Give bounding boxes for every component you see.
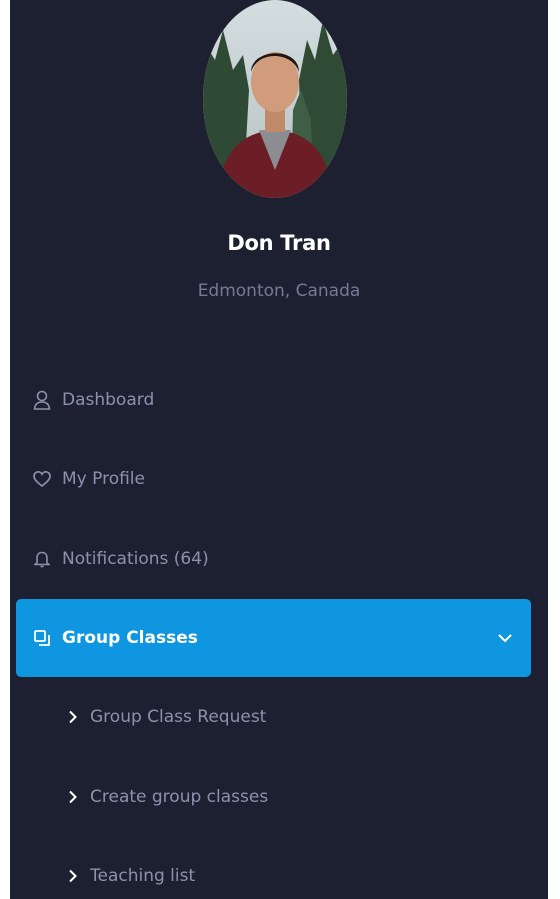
nav-item-my-profile[interactable]: My Profile [16,440,531,518]
chevron-right-icon [66,789,80,805]
sidebar: Don Tran Edmonton, Canada Dashboard My P… [10,0,548,899]
sub-item-create-group-classes[interactable]: Create group classes [66,777,506,817]
nav-item-label: Notifications (64) [62,549,209,569]
chevron-right-icon [66,709,80,725]
avatar-photo [203,0,347,198]
user-location: Edmonton, Canada [197,281,361,301]
bell-icon [32,549,52,569]
chevron-right-icon [66,868,80,884]
chevron-down-icon[interactable] [495,628,515,648]
nav-item-label: Group Classes [62,628,198,648]
nav-item-label: My Profile [62,469,145,489]
avatar[interactable] [203,0,347,198]
sub-item-label: Teaching list [90,866,196,886]
nav-item-group-classes[interactable]: Group Classes [16,599,531,677]
sub-item-label: Group Class Request [90,707,267,727]
copy-icon [32,628,52,648]
sub-item-teaching-list[interactable]: Teaching list [66,856,506,896]
user-icon [32,390,52,410]
sub-item-label: Create group classes [90,787,269,807]
nav-item-dashboard[interactable]: Dashboard [16,361,531,439]
sub-item-group-class-request[interactable]: Group Class Request [66,697,506,737]
nav-item-label: Dashboard [62,390,155,410]
user-name: Don Tran [227,231,331,255]
heart-icon [32,469,52,489]
nav-item-notifications[interactable]: Notifications (64) [16,520,531,598]
